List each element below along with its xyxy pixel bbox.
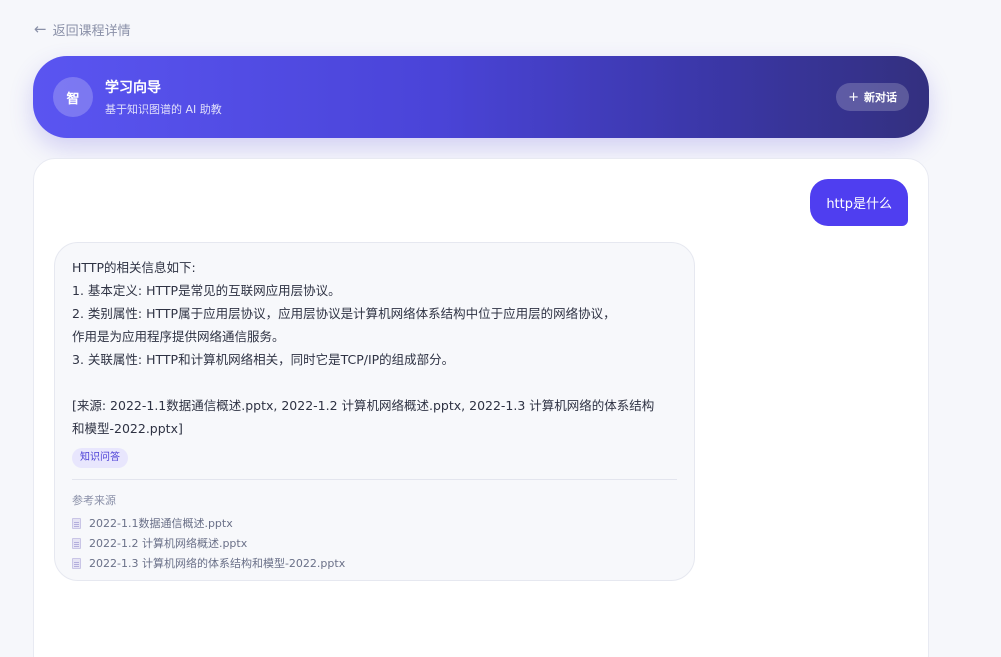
file-icon bbox=[72, 537, 81, 549]
source-name: 2022-1.3 计算机网络的体系结构和模型-2022.pptx bbox=[89, 557, 346, 570]
user-message-bubble: http是什么 bbox=[810, 179, 908, 226]
assistant-header: 智 学习向导 基于知识图谱的 AI 助教 + 新对话 bbox=[33, 56, 929, 138]
assistant-avatar: 智 bbox=[53, 77, 93, 117]
answer-line: 和模型-2022.pptx] bbox=[72, 421, 183, 436]
source-link[interactable]: 2022-1.1数据通信概述.pptx bbox=[72, 513, 677, 533]
answer-type-badge: 知识问答 bbox=[72, 448, 128, 468]
new-chat-label: 新对话 bbox=[864, 91, 897, 104]
source-link[interactable]: 2022-1.3 计算机网络的体系结构和模型-2022.pptx bbox=[72, 553, 677, 573]
page-title: 学习向导 bbox=[105, 80, 161, 96]
plus-icon: + bbox=[848, 89, 859, 105]
answer-line: 3. 关联属性: HTTP和计算机网络相关，同时它是TCP/IP的组成部分。 bbox=[72, 352, 455, 367]
answer-line: HTTP的相关信息如下: bbox=[72, 260, 196, 275]
assistant-answer: HTTP的相关信息如下: 1. 基本定义: HTTP是常见的互联网应用层协议。 … bbox=[72, 256, 677, 440]
header-titles: 学习向导 基于知识图谱的 AI 助教 bbox=[105, 77, 222, 117]
divider bbox=[72, 479, 677, 480]
file-icon bbox=[72, 557, 81, 569]
file-icon bbox=[72, 517, 81, 529]
chat-panel[interactable]: http是什么 HTTP的相关信息如下: 1. 基本定义: HTTP是常见的互联… bbox=[33, 158, 929, 657]
answer-line: [来源: 2022-1.1数据通信概述.pptx, 2022-1.2 计算机网络… bbox=[72, 398, 655, 413]
source-list: 2022-1.1数据通信概述.pptx 2022-1.2 计算机网络概述.ppt… bbox=[72, 513, 677, 573]
answer-line: 2. 类别属性: HTTP属于应用层协议，应用层协议是计算机网络体系结构中位于应… bbox=[72, 306, 616, 321]
source-name: 2022-1.2 计算机网络概述.pptx bbox=[89, 537, 248, 550]
sources-heading: 参考来源 bbox=[72, 494, 116, 507]
answer-line: 作用是为应用程序提供网络通信服务。 bbox=[72, 329, 285, 344]
source-link[interactable]: 2022-1.2 计算机网络概述.pptx bbox=[72, 533, 677, 553]
answer-line: 1. 基本定义: HTTP是常见的互联网应用层协议。 bbox=[72, 283, 341, 298]
page-subtitle: 基于知识图谱的 AI 助教 bbox=[105, 103, 222, 116]
source-name: 2022-1.1数据通信概述.pptx bbox=[89, 517, 233, 530]
user-message-text: http是什么 bbox=[826, 197, 892, 212]
arrow-left-icon: ← bbox=[34, 20, 47, 38]
back-to-course-link[interactable]: ← 返回课程详情 bbox=[34, 20, 131, 40]
back-link-label: 返回课程详情 bbox=[52, 24, 131, 39]
assistant-message-bubble: HTTP的相关信息如下: 1. 基本定义: HTTP是常见的互联网应用层协议。 … bbox=[54, 242, 695, 581]
answer-spacer bbox=[72, 371, 677, 394]
new-chat-button[interactable]: + 新对话 bbox=[836, 83, 909, 111]
